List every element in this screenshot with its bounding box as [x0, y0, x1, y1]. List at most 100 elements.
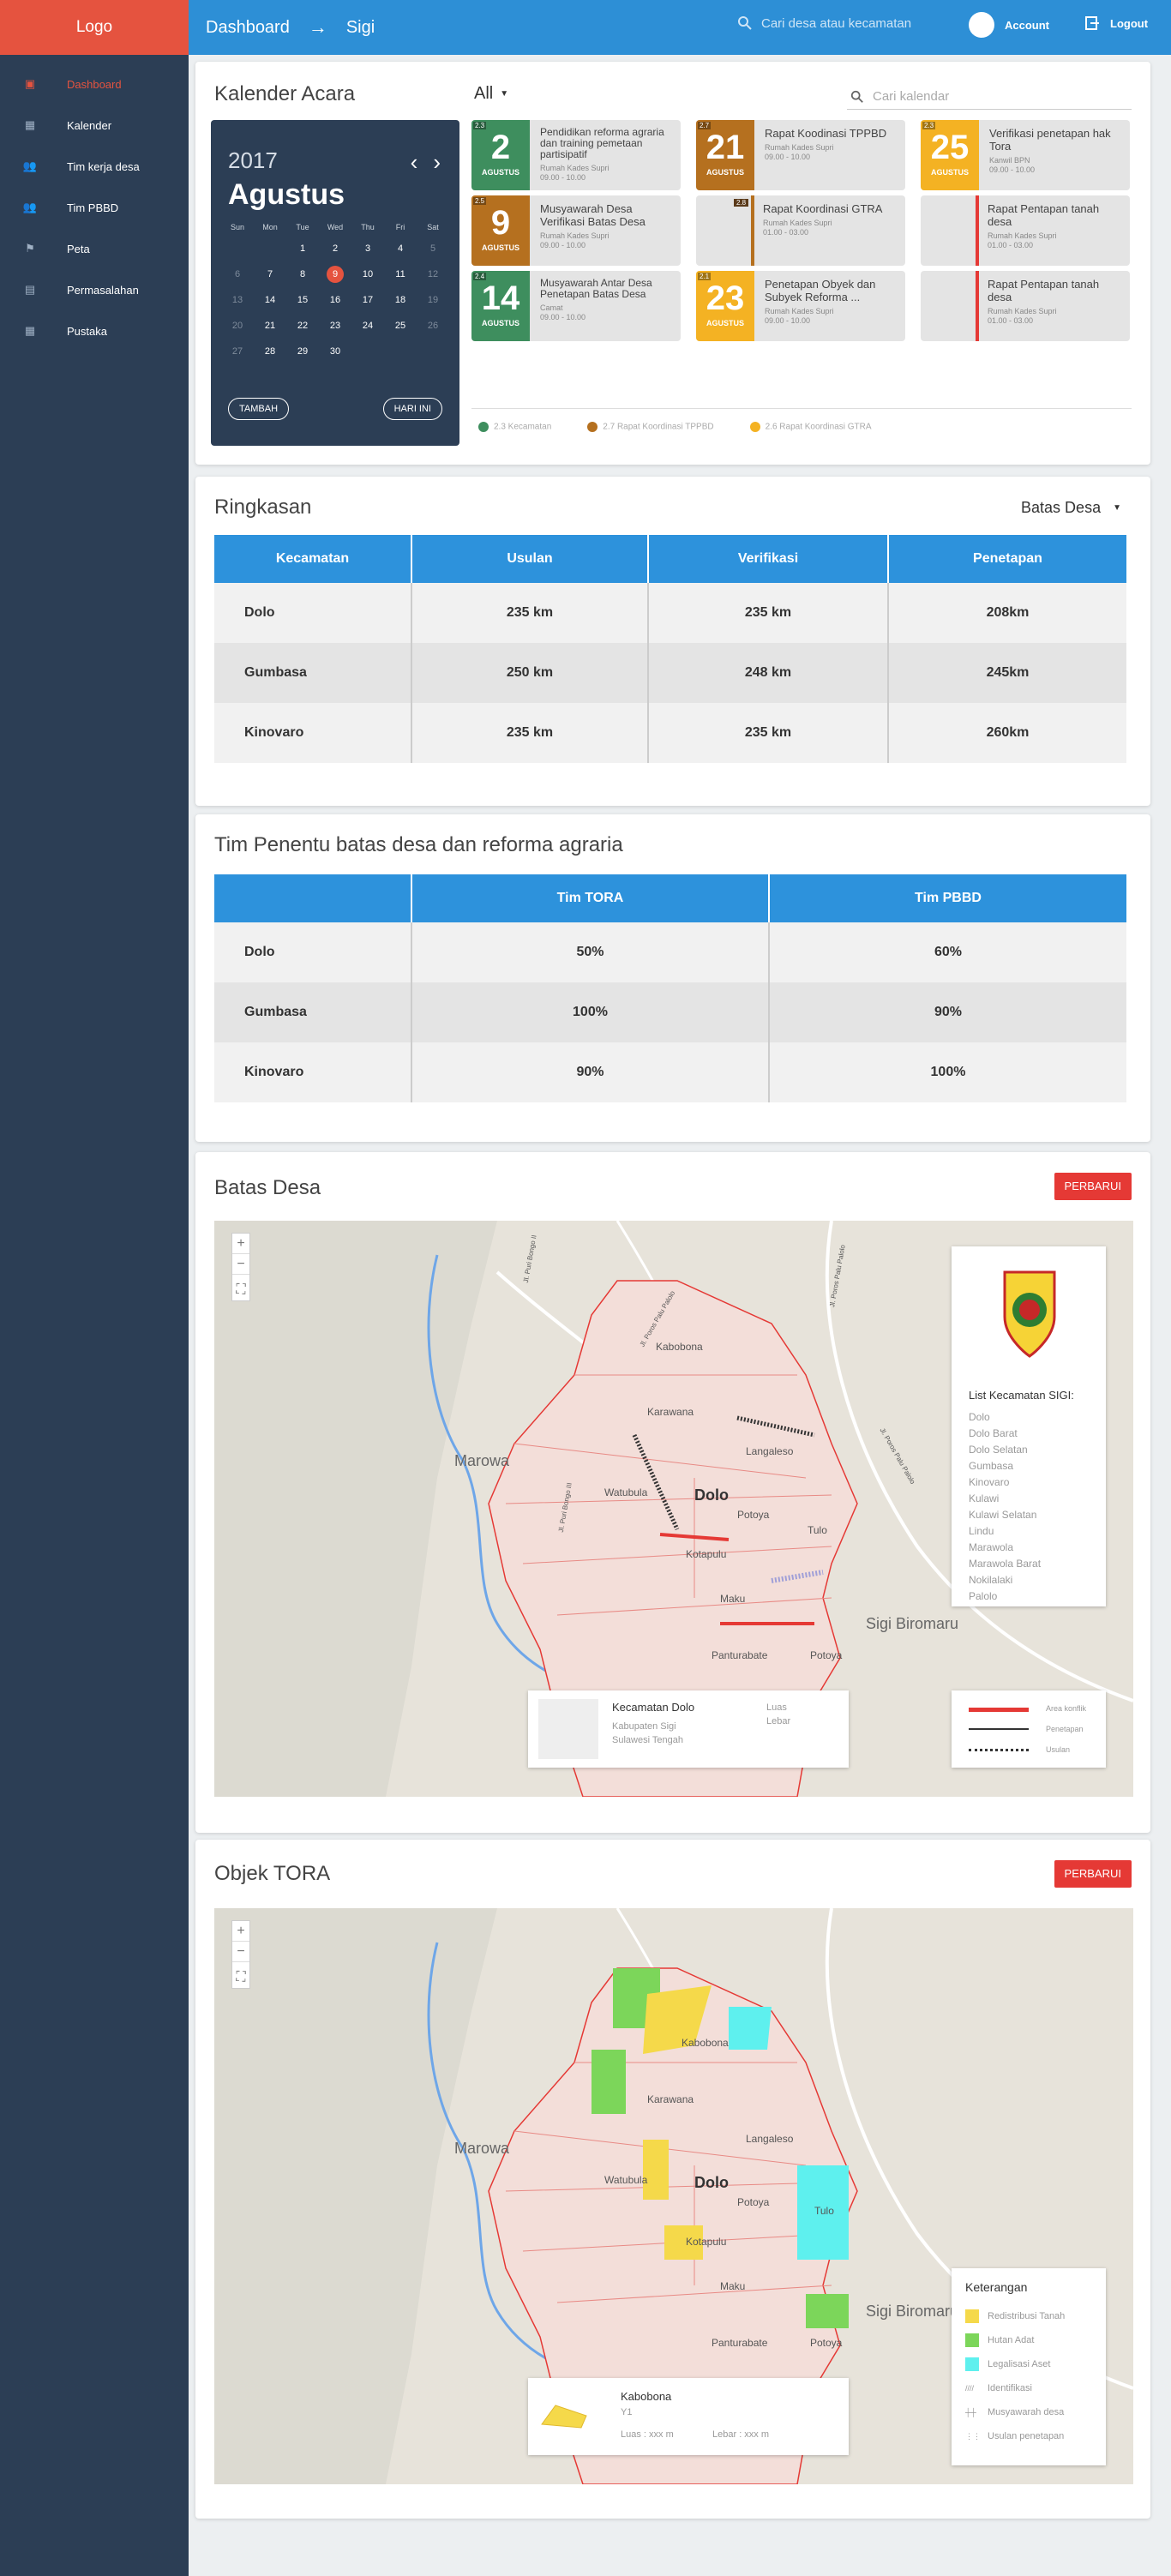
calendar-day[interactable]: 25	[384, 317, 417, 334]
calendar-day[interactable]: 9	[327, 266, 344, 283]
district-list-item[interactable]: Dolo	[969, 1409, 1041, 1426]
add-event-button[interactable]: TAMBAH	[228, 398, 290, 420]
calendar-day[interactable]: 1	[286, 240, 319, 257]
zoom-out-icon[interactable]: −	[232, 1942, 249, 1962]
calendar-search[interactable]: Cari kalendar	[847, 84, 1132, 110]
calendar-day[interactable]: 13	[221, 291, 254, 309]
calendar-day[interactable]: 26	[417, 317, 449, 334]
district-list-item[interactable]: Marawola	[969, 1540, 1041, 1556]
district-list-item[interactable]: Dolo Selatan	[969, 1442, 1041, 1458]
zoom-in-icon[interactable]: +	[232, 1234, 249, 1254]
breadcrumb-dashboard[interactable]: Dashboard	[206, 18, 290, 38]
summary-filter-dropdown[interactable]: Batas Desa ▼	[1021, 499, 1121, 517]
calendar-day[interactable]: 10	[351, 266, 384, 283]
district-list-item[interactable]: Nokilalaki	[969, 1572, 1041, 1588]
district-list-item[interactable]: Gumbasa	[969, 1458, 1041, 1474]
district-list-item[interactable]: Dolo Barat	[969, 1426, 1041, 1442]
calendar-day[interactable]: 7	[254, 266, 286, 283]
tora-map[interactable]: + − ⛶ Marowa Dolo Sigi Biromaru Kabobona…	[214, 1908, 1133, 2484]
calendar-day[interactable]: 19	[417, 291, 449, 309]
district-list-item[interactable]: Palolo	[969, 1588, 1041, 1605]
calendar-day[interactable]: 16	[319, 291, 351, 309]
map-label-village: Langaleso	[746, 2133, 794, 2145]
district-list-item[interactable]: Kulawi	[969, 1491, 1041, 1507]
sidebar-item-kalender[interactable]: ▦ Kalender	[0, 105, 189, 146]
district-list-item[interactable]: Kulawi Selatan	[969, 1507, 1041, 1523]
map-label-village: Potoya	[810, 2337, 843, 2349]
weekday-label: Mon	[262, 223, 278, 231]
dashboard-icon: ▣	[24, 77, 36, 90]
account-button[interactable]: Account	[969, 12, 1049, 38]
map-label-village: Karawana	[647, 2093, 694, 2105]
table-row[interactable]: Dolo 50% 60%	[214, 922, 1126, 982]
event-filter-dropdown[interactable]: All ▼	[474, 84, 508, 104]
event-card[interactable]: 2.8 Rapat Koordinasi GTRA Rumah Kades Supr…	[696, 195, 905, 266]
today-button[interactable]: HARI INI	[382, 398, 442, 420]
event-card[interactable]: 2.1 23 AGUSTUS Penetapan Obyek dan Subyek R…	[696, 271, 905, 341]
sidebar-item-pustaka[interactable]: ▦ Pustaka	[0, 310, 189, 351]
event-card[interactable]: 2.3 25 AGUSTUS Verifikasi penetapan hak Tor…	[921, 120, 1130, 190]
search-input[interactable]: Cari desa atau kecamatan	[761, 16, 911, 31]
calendar-day[interactable]: 8	[286, 266, 319, 283]
calendar-day[interactable]: 23	[319, 317, 351, 334]
event-card[interactable]: 2.4 14 AGUSTUS Musyawarah Antar Desa Peneta…	[471, 271, 681, 341]
chevron-left-icon[interactable]: ‹	[411, 149, 418, 176]
boundary-map[interactable]: + − ⛶ Marowa Dolo Sigi Biromaru Kabobona…	[214, 1221, 1133, 1797]
fullscreen-icon[interactable]: ⛶	[232, 1280, 249, 1300]
app-logo[interactable]: Logo	[0, 0, 189, 55]
event-card[interactable]: Rapat Pentapan tanah desa Rumah Kades Sup…	[921, 195, 1130, 266]
calendar-day[interactable]: 4	[384, 240, 417, 257]
calendar-day[interactable]: 15	[286, 291, 319, 309]
event-card[interactable]: 2.3 2 AGUSTUS Pendidikan reforma agraria da…	[471, 120, 681, 190]
legend-pattern-icon: ┼┼	[965, 2408, 976, 2417]
zoom-in-icon[interactable]: +	[232, 1921, 249, 1942]
district-list-item[interactable]: Kinovaro	[969, 1474, 1041, 1491]
calendar-day[interactable]: 21	[254, 317, 286, 334]
calendar-day[interactable]: 11	[384, 266, 417, 283]
event-tag: 2.5	[473, 197, 487, 205]
event-title: Verifikasi penetapan hak Tora	[989, 127, 1111, 153]
sidebar-item-tim-pbbd[interactable]: 👥 Tim PBBD	[0, 187, 189, 228]
calendar-day[interactable]: 30	[319, 343, 351, 360]
calendar-day[interactable]: 12	[417, 266, 449, 283]
refresh-button[interactable]: PERBARUI	[1054, 1173, 1132, 1200]
calendar-day[interactable]: 20	[221, 317, 254, 334]
fullscreen-icon[interactable]: ⛶	[232, 1967, 249, 1988]
calendar-day[interactable]: 24	[351, 317, 384, 334]
table-row[interactable]: Kinovaro 90% 100%	[214, 1042, 1126, 1102]
district-list-item[interactable]: Lindu	[969, 1523, 1041, 1540]
table-row[interactable]: Kinovaro 235 km 235 km 260km	[214, 703, 1126, 763]
sidebar-item-permasalahan[interactable]: ▤ Permasalahan	[0, 269, 189, 310]
avatar[interactable]	[969, 12, 994, 38]
district-list-item[interactable]: Marawola Barat	[969, 1556, 1041, 1572]
calendar-day[interactable]: 5	[417, 240, 449, 257]
global-search[interactable]: Cari desa atau kecamatan	[737, 15, 911, 31]
calendar-day[interactable]: 27	[221, 343, 254, 360]
table-row[interactable]: Dolo 235 km 235 km 208km	[214, 583, 1126, 643]
chevron-right-icon[interactable]: ›	[433, 149, 441, 176]
sidebar-item-peta[interactable]: ⚑ Peta	[0, 228, 189, 269]
event-card[interactable]: 2.7 21 AGUSTUS Rapat Koodinasi TPPBD Rumah K…	[696, 120, 905, 190]
calendar-day[interactable]: 3	[351, 240, 384, 257]
event-tag: 2.3	[922, 122, 936, 129]
table-row[interactable]: Gumbasa 250 km 248 km 245km	[214, 643, 1126, 703]
table-row[interactable]: Gumbasa 100% 90%	[214, 982, 1126, 1042]
calendar-day[interactable]: 6	[221, 266, 254, 283]
refresh-button[interactable]: PERBARUI	[1054, 1860, 1132, 1888]
column-header	[214, 874, 412, 922]
calendar-day[interactable]: 17	[351, 291, 384, 309]
calendar-day[interactable]: 14	[254, 291, 286, 309]
calendar-day[interactable]: 18	[384, 291, 417, 309]
calendar-day[interactable]: 2	[319, 240, 351, 257]
breadcrumb-sigi[interactable]: Sigi	[346, 18, 375, 38]
sidebar-item-dashboard[interactable]: ▣ Dashboard	[0, 63, 189, 105]
event-card[interactable]: Rapat Pentapan tanah desa Rumah Kades Sup…	[921, 271, 1130, 341]
event-card[interactable]: 2.5 9 AGUSTUS Musyawarah Desa Verifikasi Ba…	[471, 195, 681, 266]
calendar-day[interactable]: 28	[254, 343, 286, 360]
sidebar-item-tim-kerja-desa[interactable]: 👥 Tim kerja desa	[0, 146, 189, 187]
calendar-day[interactable]: 29	[286, 343, 319, 360]
calendar-day[interactable]: 22	[286, 317, 319, 334]
calendar-search-input[interactable]: Cari kalendar	[873, 89, 949, 104]
zoom-out-icon[interactable]: −	[232, 1254, 249, 1275]
logout-button[interactable]: Logout	[1084, 15, 1148, 31]
